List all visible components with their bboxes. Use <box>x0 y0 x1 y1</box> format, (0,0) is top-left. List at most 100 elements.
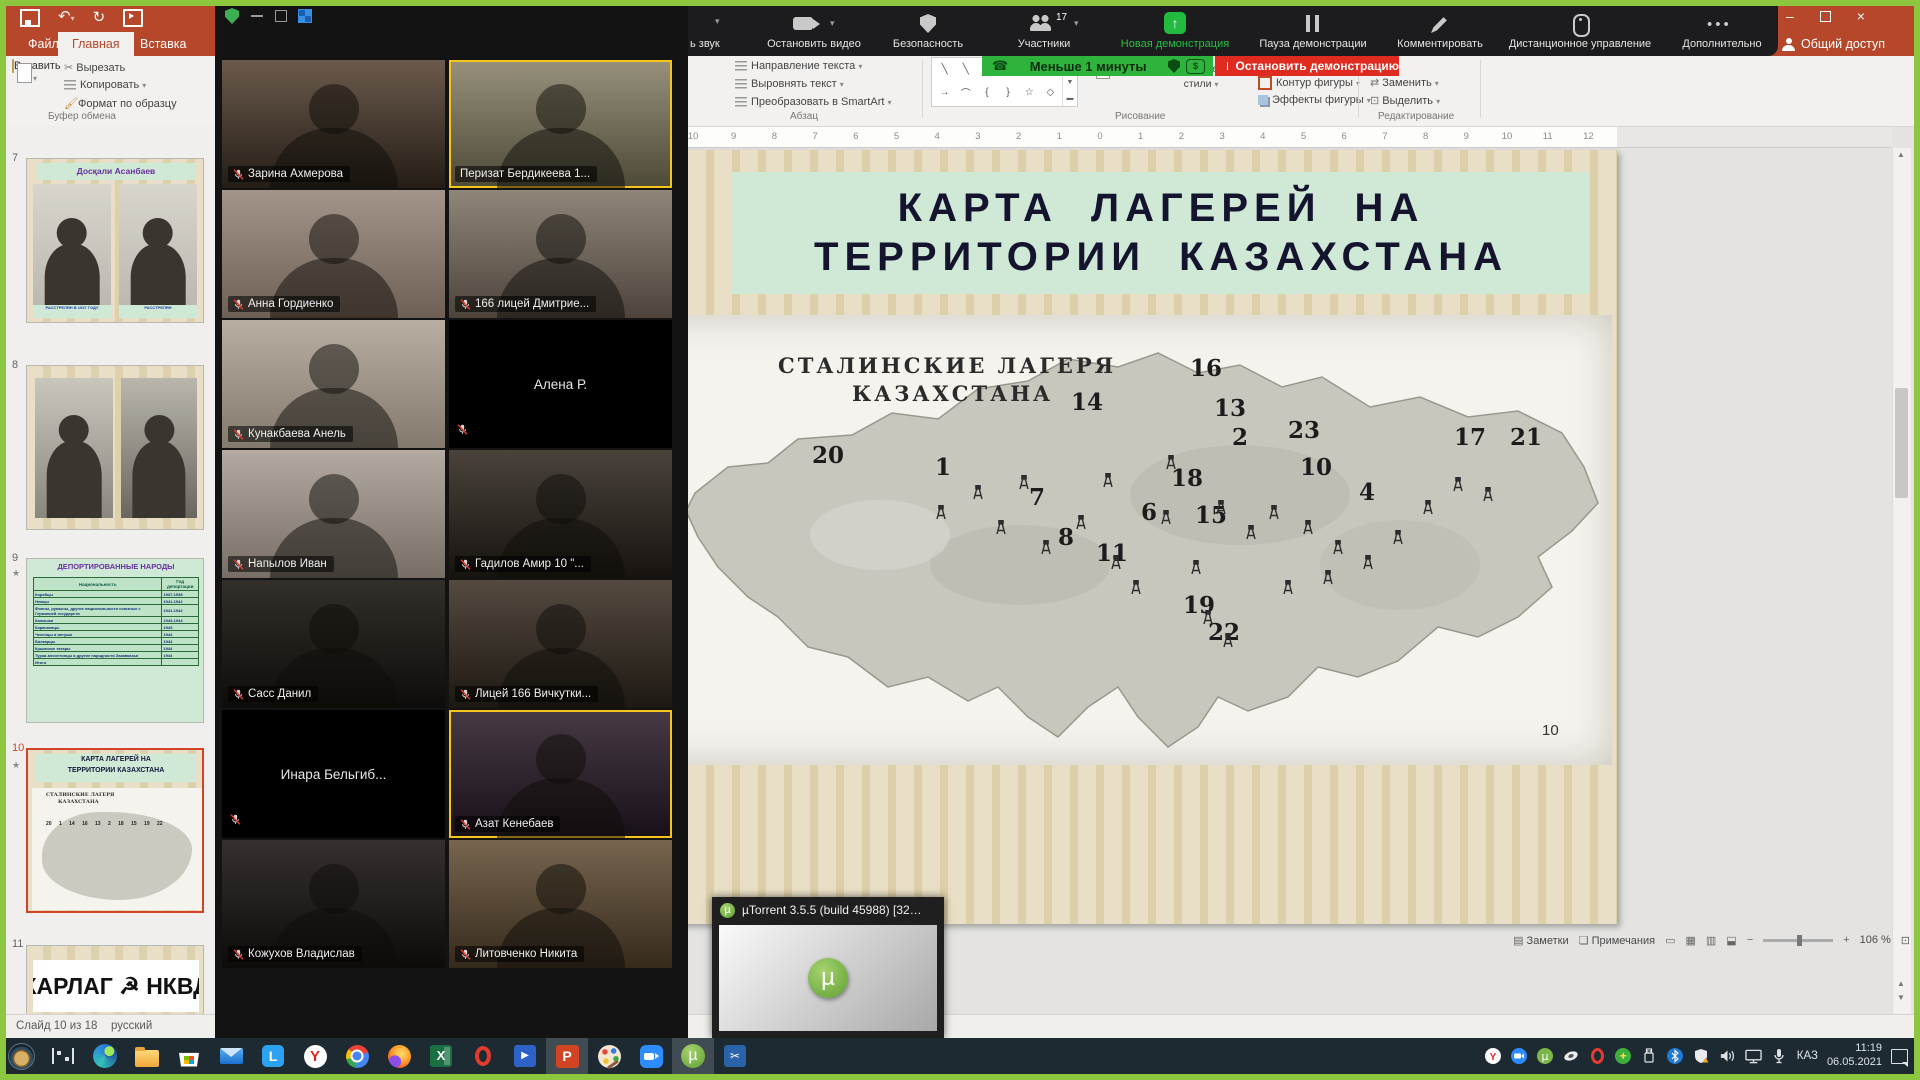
slide-sorter-icon[interactable]: ▦ <box>1685 934 1695 947</box>
stop-share-button[interactable]: Остановить демонстрацию <box>1215 56 1399 76</box>
utorrent-preview-popup[interactable]: µ µTorrent 3.5.5 (build 45988) [32… µ <box>712 897 944 1038</box>
taskbar-lightshot-icon[interactable]: L <box>252 1038 294 1074</box>
taskbar-paint-icon[interactable] <box>588 1038 630 1074</box>
undo-icon[interactable]: ↶▾ <box>58 10 75 26</box>
tray-utorrent-icon[interactable]: µ <box>1537 1048 1554 1065</box>
format-painter-button[interactable]: 🖌Формат по образцу <box>64 97 177 110</box>
tray-defender-icon[interactable] <box>1693 1048 1710 1065</box>
participant-tile[interactable]: Гадилов Амир 10 "... <box>449 450 672 578</box>
taskbar-chrome-icon[interactable] <box>336 1038 378 1074</box>
taskbar-excel-icon[interactable]: X <box>420 1038 462 1074</box>
taskbar-movies-icon[interactable]: ▶ <box>504 1038 546 1074</box>
gallery-view-icon[interactable] <box>299 10 311 22</box>
language-indicator[interactable]: русский <box>111 1020 152 1032</box>
close-icon[interactable]: × <box>1857 8 1865 24</box>
tray-bluetooth-icon[interactable] <box>1667 1048 1684 1065</box>
start-slideshow-icon[interactable] <box>123 9 143 27</box>
participants-chevron-icon[interactable]: ▾ <box>1074 18 1079 29</box>
action-center-icon[interactable] <box>1891 1049 1908 1064</box>
tab-insert[interactable]: Вставка <box>126 32 200 56</box>
copy-button[interactable]: Копировать ▾ <box>64 79 146 91</box>
slide-thumbnails-panel[interactable]: 7 Досқали Асанбаев РАССТРЕЛЯН В 1937 ГОД… <box>6 126 216 1014</box>
language-switcher[interactable]: КАЗ <box>1797 1050 1818 1062</box>
mute-chevron-icon[interactable]: ▾ <box>715 16 720 27</box>
participant-tile[interactable]: Алена Р. <box>449 320 672 448</box>
expand-icon[interactable] <box>275 10 287 22</box>
tray-lens-icon[interactable] <box>1563 1048 1580 1065</box>
taskbar-start-icon[interactable] <box>0 1038 42 1074</box>
scroll-up-icon[interactable]: ▲ <box>1897 150 1905 159</box>
participant-tile[interactable]: Кунакбаева Анель <box>222 320 445 448</box>
vertical-scrollbar[interactable]: ▲ ▲ ▼ <box>1892 148 1911 1014</box>
replace-button[interactable]: ⇄ Заменить ▾ <box>1370 76 1439 89</box>
taskbar-task-view-icon[interactable] <box>42 1038 84 1074</box>
participant-tile[interactable]: Зарина Ахмерова <box>222 60 445 188</box>
svg-text:Y: Y <box>1490 1052 1497 1063</box>
shape-outline-button[interactable]: Контур фигуры ▾ <box>1258 76 1360 90</box>
taskbar-store-icon[interactable] <box>168 1038 210 1074</box>
taskbar-yandex-icon[interactable]: Y <box>294 1038 336 1074</box>
reading-view-icon[interactable]: ▥ <box>1706 934 1716 947</box>
tray-opera-icon[interactable] <box>1589 1048 1606 1065</box>
slide-thumbnail-9[interactable]: ДЕПОРТИРОВАННЫЕ НАРОДЫ НациональностьГод… <box>26 558 204 723</box>
tray-yandex-icon[interactable]: Y <box>1485 1048 1502 1065</box>
taskbar-powerpoint-icon[interactable]: P <box>546 1038 588 1074</box>
participant-tile[interactable]: Азат Кенебаев <box>449 710 672 838</box>
video-chevron-icon[interactable]: ▾ <box>830 18 835 29</box>
slide-canvas[interactable]: КАРТА ЛАГЕРЕЙ НА ТЕРРИТОРИИ КАЗАХСТАНА С… <box>584 150 1617 924</box>
taskbar-firefox-icon[interactable] <box>378 1038 420 1074</box>
tray-mic-icon[interactable] <box>1771 1048 1788 1065</box>
participant-tile[interactable]: Анна Гордиенко <box>222 190 445 318</box>
participant-tile[interactable]: Перизат Бердикеева 1... <box>449 60 672 188</box>
participant-tile[interactable]: 166 лицей Дмитрие... <box>449 190 672 318</box>
smartart-button[interactable]: Преобразовать в SmartArt ▾ <box>735 96 892 108</box>
redo-icon[interactable]: ↻ <box>93 11 106 25</box>
ppt-share-button[interactable]: Общий доступ <box>1782 32 1914 56</box>
slideshow-icon[interactable]: ⬓ <box>1726 934 1736 947</box>
utorrent-thumbnail[interactable]: µ <box>719 925 937 1031</box>
fit-to-window-icon[interactable]: ⊡ <box>1901 934 1910 947</box>
participant-tile[interactable]: Кожухов Владислав <box>222 840 445 968</box>
text-direction-button[interactable]: Направление текста ▾ <box>735 60 862 72</box>
normal-view-icon[interactable]: ▭ <box>1665 934 1675 947</box>
participant-tile[interactable]: Сасс Данил <box>222 580 445 708</box>
taskbar-zoom-icon[interactable] <box>630 1038 672 1074</box>
taskbar-explorer-icon[interactable] <box>126 1038 168 1074</box>
minimize-icon[interactable] <box>251 15 263 17</box>
slide-thumbnail-8[interactable] <box>26 365 204 530</box>
participant-tile[interactable]: Инара Бельгиб... <box>222 710 445 838</box>
select-button[interactable]: ⊡ Выделить ▾ <box>1370 94 1440 107</box>
taskbar-clock[interactable]: 11:19 06.05.2021 <box>1827 1042 1882 1070</box>
shape-effects-button[interactable]: Эффекты фигуры ▾ <box>1258 94 1371 106</box>
tray-usb-icon[interactable] <box>1641 1048 1658 1065</box>
participant-tile[interactable]: Литовченко Никита <box>449 840 672 968</box>
taskbar-edge-icon[interactable] <box>84 1038 126 1074</box>
tray-zoom-icon[interactable] <box>1511 1048 1528 1065</box>
minimize-icon[interactable]: – <box>1786 8 1794 24</box>
taskbar-mail-icon[interactable] <box>210 1038 252 1074</box>
zoom-in-icon[interactable]: + <box>1843 934 1849 946</box>
taskbar-utorrent-icon[interactable]: µ <box>672 1038 714 1074</box>
taskbar-snip-icon[interactable]: ✂ <box>714 1038 756 1074</box>
cut-button[interactable]: ✂ Вырезать <box>64 61 125 74</box>
taskbar-opera-icon[interactable] <box>462 1038 504 1074</box>
save-icon[interactable] <box>20 9 40 27</box>
scrollbar-thumb[interactable] <box>1895 388 1908 498</box>
align-text-button[interactable]: Выровнять текст ▾ <box>735 78 844 90</box>
slide-thumbnail-11[interactable]: КАРЛАГ ☭ НКВД <box>26 945 204 1014</box>
tab-home[interactable]: Главная <box>58 32 134 56</box>
participant-tile[interactable]: Лицей 166 Вичкутки... <box>449 580 672 708</box>
slide-thumbnail-7[interactable]: Досқали Асанбаев РАССТРЕЛЯН В 1937 ГОДУ … <box>26 158 204 323</box>
slide-thumbnail-10-selected[interactable]: КАРТА ЛАГЕРЕЙ НА ТЕРРИТОРИИ КАЗАХСТАНА С… <box>26 748 204 913</box>
next-slide-icon[interactable]: ▼ <box>1897 993 1905 1002</box>
tray-antivirus-icon[interactable]: + <box>1615 1048 1632 1065</box>
restore-icon[interactable] <box>1820 11 1831 22</box>
notes-button[interactable]: ▤ Заметки <box>1513 934 1569 947</box>
participant-tile[interactable]: Напылов Иван <box>222 450 445 578</box>
zoom-out-icon[interactable]: − <box>1747 934 1753 946</box>
tray-volume-icon[interactable] <box>1719 1048 1736 1065</box>
comments-button[interactable]: ❏ Примечания <box>1579 934 1655 947</box>
prev-slide-icon[interactable]: ▲ <box>1897 979 1905 988</box>
tray-network-icon[interactable] <box>1745 1048 1762 1065</box>
zoom-slider[interactable] <box>1763 939 1833 942</box>
